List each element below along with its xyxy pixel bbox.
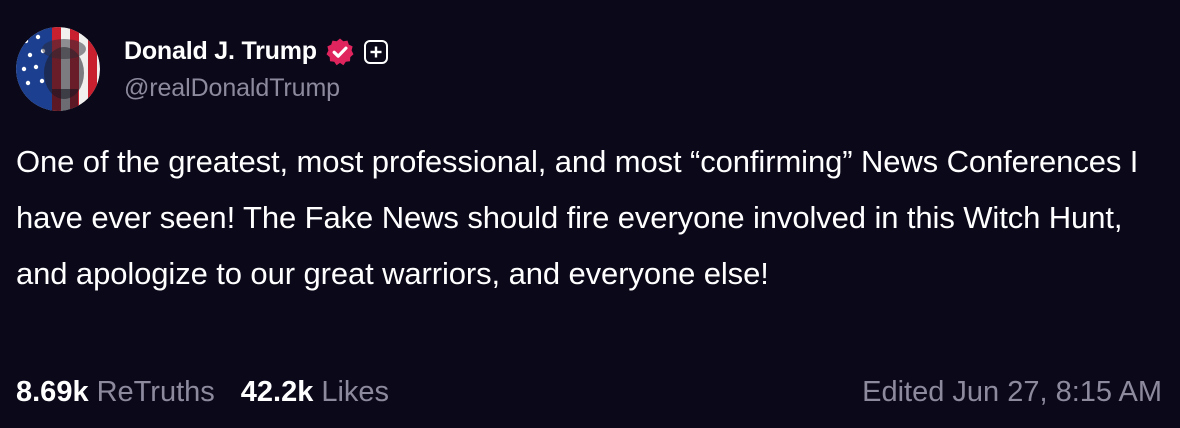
retruths-count[interactable]: 8.69k [16,376,89,409]
edited-timestamp: Edited Jun 27, 8:15 AM [862,375,1162,408]
verified-badge-icon [325,37,355,67]
likes-count[interactable]: 42.2k [241,376,314,409]
retruths-label[interactable]: ReTruths [97,376,215,409]
post-text: One of the greatest, most professional, … [16,144,1139,291]
author-handle[interactable]: @realDonaldTrump [124,74,388,103]
likes-label[interactable]: Likes [321,376,389,409]
plus-badge-icon [363,39,388,64]
author-identity: Donald J. Trump @realDonaldTrump [124,34,388,103]
avatar[interactable] [16,27,100,111]
post-card: Donald J. Trump @realDonaldTrump One of … [0,0,1180,428]
author-display-name[interactable]: Donald J. Trump [124,37,317,66]
post-footer: 8.69k ReTruths 42.2k Likes Edited Jun 27… [16,372,1162,412]
post-header: Donald J. Trump @realDonaldTrump [16,26,388,112]
name-row: Donald J. Trump [124,34,388,70]
